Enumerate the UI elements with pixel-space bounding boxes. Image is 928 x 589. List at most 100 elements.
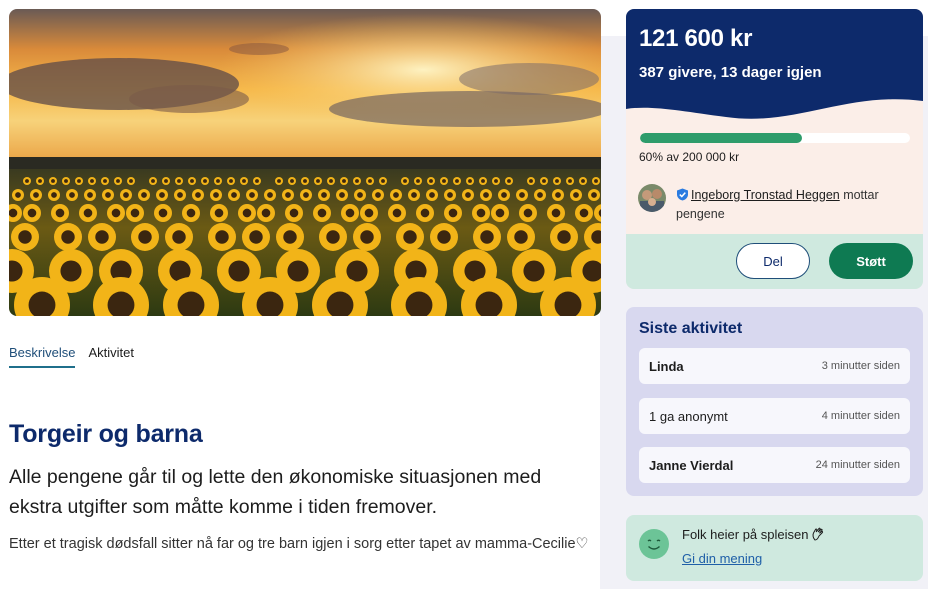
sunflower-center — [447, 192, 453, 198]
sunflower-center — [203, 179, 207, 183]
sunflower-center — [9, 208, 18, 218]
sunflower-center — [403, 179, 407, 183]
sunflower-center — [420, 208, 430, 218]
tab-beskrivelse[interactable]: Beskrivelse — [9, 345, 76, 368]
sunflower-center — [468, 179, 472, 183]
sunflower-center — [61, 230, 75, 244]
activity-donor: Linda — [649, 358, 684, 374]
smile-face-icon — [639, 529, 669, 559]
activity-time: 24 minutter siden — [815, 459, 900, 471]
sunflower-center — [15, 192, 21, 198]
clapping-hand-icon — [811, 527, 825, 541]
campaign-lead: Alle pengene går til og lette den økonom… — [9, 466, 542, 518]
sunflower-center — [326, 230, 340, 244]
sunflower-center — [555, 192, 561, 198]
sunflower-center — [138, 230, 152, 244]
sunflower-center — [381, 179, 385, 183]
recent-activity-panel: Siste aktivitet Linda 3 minutter siden 1… — [626, 307, 923, 496]
cheer-text: Folk heier på spleisen — [682, 527, 809, 542]
sunflower-center — [507, 179, 511, 183]
sunflower-center — [514, 230, 528, 244]
sunflower-center — [480, 230, 494, 244]
sunflower-center — [103, 179, 107, 183]
cheer-panel: Folk heier på spleisen Gi din mening — [626, 515, 923, 581]
sunflower-center — [317, 208, 327, 218]
sunflower-center — [357, 192, 363, 198]
progress-fill — [640, 133, 802, 143]
activity-donor: 1 ga anonymt — [649, 408, 728, 424]
content-tabs: Beskrivelse Aktivitet — [9, 345, 134, 368]
sunflower-center — [186, 208, 196, 218]
sunflower-center — [568, 179, 572, 183]
sunflower-center — [116, 179, 120, 183]
sunflower-center — [368, 179, 372, 183]
sunflower-center — [213, 192, 219, 198]
sunflower-center — [476, 208, 486, 218]
sunflower-center — [267, 192, 273, 198]
campaign-title: Torgeir og barna — [9, 420, 203, 448]
sunflower-center — [481, 179, 485, 183]
donation-card: 121 600 kr 387 givere, 13 dager igjen 60… — [626, 9, 923, 289]
activity-donor: Janne Vierdal — [649, 457, 734, 473]
donation-summary: 121 600 kr 387 givere, 13 dager igjen — [626, 9, 923, 134]
sunflower-center — [429, 179, 433, 183]
sunflower-center — [105, 192, 111, 198]
sunflower-center — [303, 179, 307, 183]
share-button[interactable]: Del — [736, 243, 810, 279]
sunflower-center — [416, 179, 420, 183]
activity-item: Linda 3 minutter siden — [639, 348, 910, 384]
sunflower-center — [228, 260, 250, 282]
sunflower-center — [345, 208, 355, 218]
recipient-line: Ingeborg Tronstad Heggen mottar pengene — [676, 186, 916, 224]
sunflower-center — [195, 192, 201, 198]
sunflower-center — [141, 192, 147, 198]
sunflower-center — [437, 230, 451, 244]
card-actions: Del Støtt — [626, 234, 923, 289]
sunflower-center — [83, 208, 93, 218]
sunflower-center — [342, 179, 346, 183]
sunflower-center — [111, 208, 121, 218]
sunflower-center — [249, 230, 263, 244]
sunflower-center — [164, 179, 168, 183]
sunflower-center — [51, 179, 55, 183]
sunflower-center — [249, 192, 255, 198]
sunflower-center — [55, 208, 65, 218]
sunflower-center — [231, 192, 237, 198]
recipient-info: Ingeborg Tronstad Heggen mottar pengene — [638, 184, 918, 224]
activity-time: 4 minutter siden — [821, 410, 900, 422]
recipient-name-link[interactable]: Ingeborg Tronstad Heggen — [691, 188, 840, 202]
sunflower-center — [172, 230, 186, 244]
sunflower-center — [321, 192, 327, 198]
sunflower-center — [494, 179, 498, 183]
sunflower-center — [229, 179, 233, 183]
sunflower-center — [130, 208, 140, 218]
sunflower-center — [557, 230, 571, 244]
support-button[interactable]: Støtt — [829, 243, 913, 279]
givers-count: 387 givere, 13 dager igjen — [639, 64, 822, 81]
activity-item: Janne Vierdal 24 minutter siden — [639, 447, 910, 483]
campaign-description: Etter et tragisk dødsfall sitter nå far … — [9, 536, 589, 552]
sunflower-center — [555, 179, 559, 183]
sunflower-center — [283, 230, 297, 244]
sunflower-center — [123, 192, 129, 198]
sunflower-center — [277, 179, 281, 183]
tab-aktivitet[interactable]: Aktivitet — [88, 345, 134, 368]
sunflower-center — [442, 179, 446, 183]
sunflower-center — [355, 179, 359, 183]
sunflower-center — [483, 192, 489, 198]
sunflower-center — [177, 179, 181, 183]
sunflower-center — [529, 179, 533, 183]
sunflower-center — [87, 192, 93, 198]
sunflower-center — [25, 179, 29, 183]
sunflower-center — [60, 260, 82, 282]
give-opinion-link[interactable]: Gi din mening — [682, 551, 762, 566]
sunflower-center — [33, 192, 39, 198]
sunflower-center — [339, 192, 345, 198]
sunflower-center — [95, 230, 109, 244]
sunflower-center — [364, 208, 374, 218]
sunflower-center — [346, 260, 368, 282]
activity-item: 1 ga anonymt 4 minutter siden — [639, 398, 910, 434]
sunflower-center — [289, 208, 299, 218]
sunflower-center — [214, 208, 224, 218]
sunflower-center — [581, 179, 585, 183]
